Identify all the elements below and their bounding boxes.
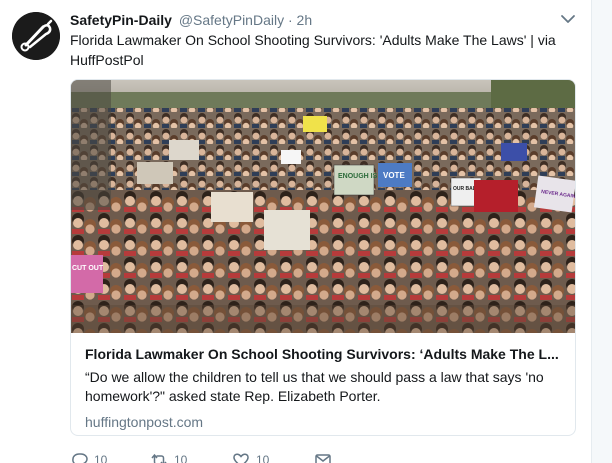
retweet-button[interactable]: 10 [150, 452, 187, 463]
tweet[interactable]: SafetyPin-Daily @SafetyPinDaily · 2h Flo… [0, 0, 590, 463]
separator-dot: · [287, 12, 293, 28]
tweet-header: SafetyPin-Daily @SafetyPinDaily · 2h [70, 11, 312, 29]
timestamp[interactable]: 2h [297, 12, 313, 28]
protest-crowd-photo: ENOUGH IS ENOUGH VOTE OUR BALLOTS NEVER … [71, 80, 575, 333]
direct-message-button[interactable] [314, 452, 332, 463]
user-handle[interactable]: @SafetyPinDaily [179, 12, 284, 28]
safety-pin-avatar-icon [12, 12, 60, 60]
card-title[interactable]: Florida Lawmaker On School Shooting Surv… [85, 345, 563, 363]
sign-text-cut-out: CUT OUT [72, 265, 104, 272]
link-card[interactable]: ENOUGH IS ENOUGH VOTE OUR BALLOTS NEVER … [70, 79, 576, 436]
retweet-icon [151, 453, 167, 463]
like-count: 10 [256, 453, 270, 463]
card-body[interactable]: Florida Lawmaker On School Shooting Surv… [85, 345, 563, 431]
avatar[interactable] [12, 12, 60, 60]
tweet-text: Florida Lawmaker On School Shooting Surv… [70, 32, 556, 68]
like-icon [233, 453, 249, 463]
retweet-count: 10 [174, 453, 188, 463]
direct-message-icon [315, 454, 331, 463]
display-name[interactable]: SafetyPin-Daily [70, 12, 172, 28]
card-image[interactable]: ENOUGH IS ENOUGH VOTE OUR BALLOTS NEVER … [71, 80, 575, 333]
card-domain[interactable]: huffingtonpost.com [85, 413, 563, 431]
tweet-actions: 10 10 10 [70, 452, 370, 463]
like-button[interactable]: 10 [232, 452, 269, 463]
reply-icon [72, 453, 88, 463]
sign-text-vote: VOTE [383, 171, 405, 180]
chevron-down-icon[interactable] [560, 13, 576, 25]
reply-count: 10 [94, 453, 108, 463]
scrollbar-track[interactable] [591, 0, 612, 463]
card-description: “Do we allow the children to tell us tha… [85, 369, 544, 404]
reply-button[interactable]: 10 [70, 452, 107, 463]
